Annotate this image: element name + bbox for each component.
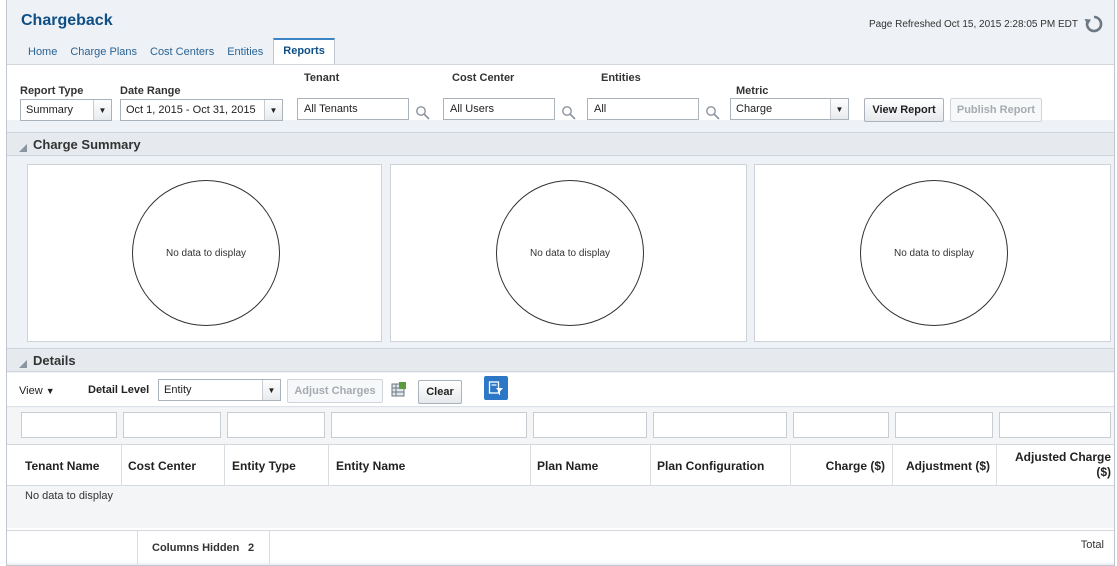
- chevron-down-icon: ▼: [262, 380, 280, 400]
- detail-level-select[interactable]: Entity ▼: [158, 379, 281, 401]
- total-label: Total: [1080, 539, 1104, 551]
- report-type-label: Report Type: [20, 85, 84, 97]
- chevron-down-icon: ▼: [830, 99, 848, 119]
- column-header-plan-name[interactable]: Plan Name: [537, 459, 598, 473]
- report-filters: Report Type Summary ▼ Date Range Oct 1, …: [7, 64, 1114, 122]
- tab-charge-plans[interactable]: Charge Plans: [65, 46, 142, 64]
- metric-label: Metric: [736, 85, 769, 97]
- chart-panel: No data to display: [754, 164, 1111, 342]
- view-report-button[interactable]: View Report: [864, 98, 944, 122]
- app-title: Chargeback: [21, 12, 113, 29]
- charge-summary-charts: No data to display No data to display No…: [7, 157, 1114, 347]
- nav-tabs: Home Charge Plans Cost Centers Entities …: [7, 38, 1114, 64]
- empty-pie-chart: No data to display: [860, 180, 1008, 326]
- column-header-cost-center[interactable]: Cost Center: [128, 459, 196, 473]
- cost-center-label: Cost Center: [452, 72, 515, 84]
- tenant-label: Tenant: [304, 72, 340, 84]
- cost-center-input[interactable]: All Users: [443, 98, 555, 120]
- tab-reports[interactable]: Reports: [273, 38, 335, 64]
- table-header-row: Tenant Name Cost Center Entity Type Enti…: [7, 444, 1114, 487]
- metric-select[interactable]: Charge ▼: [730, 98, 849, 120]
- empty-pie-chart: No data to display: [496, 180, 644, 326]
- tenant-input[interactable]: All Tenants: [297, 98, 409, 120]
- details-title: Details: [33, 352, 76, 368]
- column-header-entity-name[interactable]: Entity Name: [336, 459, 405, 473]
- header: Chargeback Page Refreshed Oct 15, 2015 2…: [7, 0, 1114, 38]
- charge-summary-header[interactable]: Charge Summary: [7, 132, 1114, 156]
- chevron-down-icon: ▼: [93, 100, 111, 120]
- details-table: Tenant Name Cost Center Entity Type Enti…: [7, 408, 1114, 564]
- column-header-adjusted-charge[interactable]: Adjusted Charge ($): [1003, 450, 1111, 480]
- table-filter-row: [7, 408, 1114, 444]
- refresh-icon[interactable]: [1084, 14, 1104, 34]
- column-header-entity-type[interactable]: Entity Type: [232, 459, 296, 473]
- date-range-label: Date Range: [120, 85, 181, 97]
- tab-home[interactable]: Home: [23, 46, 62, 64]
- columns-hidden-count: 2: [248, 542, 255, 554]
- page-refreshed-text: Page Refreshed Oct 15, 2015 2:28:05 PM E…: [868, 18, 1078, 30]
- column-header-tenant-name[interactable]: Tenant Name: [25, 459, 99, 473]
- cost-center-search-icon[interactable]: [561, 105, 577, 121]
- report-type-select[interactable]: Summary ▼: [20, 99, 112, 121]
- tenant-search-icon[interactable]: [415, 105, 431, 121]
- table-footer-row: Columns Hidden 2 Total: [7, 530, 1114, 564]
- entities-search-icon[interactable]: [705, 105, 721, 121]
- date-range-select[interactable]: Oct 1, 2015 - Oct 31, 2015 ▼: [120, 99, 283, 121]
- adjust-charges-button[interactable]: Adjust Charges: [287, 379, 383, 403]
- entities-value: All: [594, 103, 607, 115]
- column-header-plan-configuration[interactable]: Plan Configuration: [657, 459, 764, 473]
- filter-plan-configuration-input[interactable]: [653, 412, 787, 438]
- filter-entity-type-input[interactable]: [227, 412, 325, 438]
- tab-cost-centers[interactable]: Cost Centers: [145, 46, 219, 64]
- page-refreshed: Page Refreshed Oct 15, 2015 2:28:05 PM E…: [869, 14, 1104, 34]
- column-header-adjustment[interactable]: Adjustment ($): [897, 459, 990, 473]
- clear-button[interactable]: Clear: [418, 380, 462, 404]
- detail-level-value: Entity: [164, 384, 192, 396]
- columns-hidden-label: Columns Hidden: [152, 542, 240, 554]
- collapse-triangle-icon: [19, 140, 27, 152]
- details-toolbar: View ▼ Detail Level Entity ▼ Adjust Char…: [7, 373, 1114, 407]
- filter-charge-input[interactable]: [793, 412, 889, 438]
- filter-adjusted-charge-input[interactable]: [999, 412, 1111, 438]
- empty-pie-chart: No data to display: [132, 180, 280, 326]
- metric-value: Charge: [736, 103, 773, 115]
- chart-no-data: No data to display: [165, 247, 247, 259]
- chargeback-window: Chargeback Page Refreshed Oct 15, 2015 2…: [6, 0, 1115, 566]
- chart-no-data: No data to display: [893, 247, 975, 259]
- charge-summary-title: Charge Summary: [33, 136, 141, 152]
- details-header[interactable]: Details: [7, 348, 1114, 372]
- chart-panel: No data to display: [27, 164, 382, 342]
- report-type-value: Summary: [26, 104, 74, 116]
- table-empty-row: No data to display: [7, 486, 1114, 528]
- view-menu[interactable]: View ▼: [19, 385, 55, 397]
- tab-entities[interactable]: Entities: [222, 46, 268, 64]
- entities-label: Entities: [601, 72, 641, 84]
- export-spreadsheet-icon[interactable]: [390, 381, 408, 399]
- detail-level-label: Detail Level: [88, 384, 150, 396]
- filter-adjustment-input[interactable]: [895, 412, 993, 438]
- table-no-data: No data to display: [25, 490, 114, 502]
- chevron-down-icon: ▼: [264, 100, 282, 120]
- filter-tenant-name-input[interactable]: [21, 412, 117, 438]
- publish-report-button[interactable]: Publish Report: [950, 98, 1042, 122]
- date-range-value: Oct 1, 2015 - Oct 31, 2015: [126, 104, 256, 116]
- collapse-triangle-icon: [19, 356, 27, 368]
- filter-entity-name-input[interactable]: [331, 412, 527, 438]
- view-menu-label: View: [19, 385, 43, 397]
- column-header-charge[interactable]: Charge ($): [797, 459, 885, 473]
- cost-center-value: All Users: [450, 103, 495, 115]
- tenant-value: All Tenants: [304, 103, 358, 115]
- entities-input[interactable]: All: [587, 98, 699, 120]
- chart-panel: No data to display: [390, 164, 747, 342]
- query-by-example-icon[interactable]: [484, 376, 508, 400]
- filter-plan-name-input[interactable]: [533, 412, 647, 438]
- filter-cost-center-input[interactable]: [123, 412, 221, 438]
- dropdown-arrow-icon: ▼: [45, 386, 55, 396]
- chart-no-data: No data to display: [529, 247, 611, 259]
